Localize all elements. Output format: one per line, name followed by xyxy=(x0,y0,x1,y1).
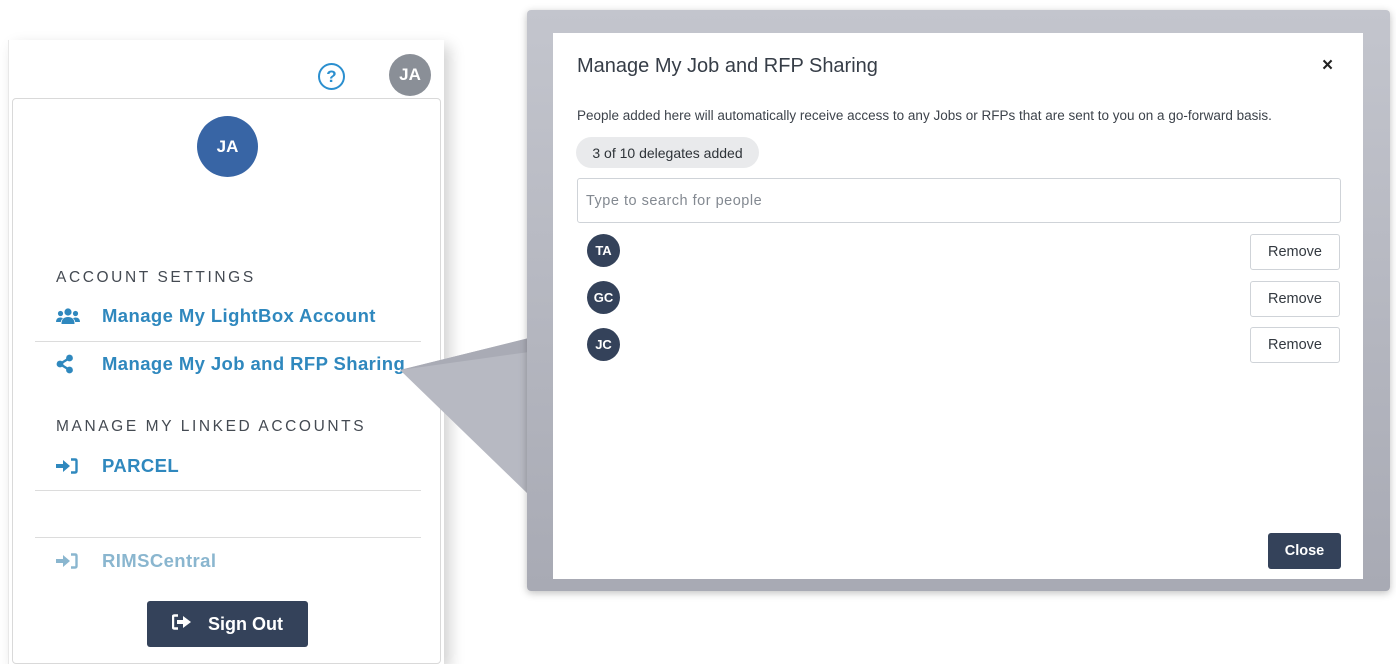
close-icon[interactable]: × xyxy=(1322,55,1333,77)
screenshot-stage: ? JA JA ACCOUNT SETTINGS Manage My Light… xyxy=(0,0,1396,664)
delegate-avatar: TA xyxy=(587,234,620,267)
delegate-avatar: GC xyxy=(587,281,620,314)
delegate-initials: TA xyxy=(595,243,612,258)
close-label: Close xyxy=(1284,543,1325,559)
remove-label: Remove xyxy=(1268,291,1322,307)
remove-delegate-button[interactable]: Remove xyxy=(1250,327,1340,363)
delegate-count-badge: 3 of 10 delegates added xyxy=(576,137,759,168)
people-search-input[interactable] xyxy=(577,178,1341,223)
remove-label: Remove xyxy=(1268,244,1322,260)
delegate-initials: GC xyxy=(593,290,614,305)
modal-title: Manage My Job and RFP Sharing xyxy=(577,55,878,77)
sharing-modal: Manage My Job and RFP Sharing × People a… xyxy=(553,33,1363,579)
remove-delegate-button[interactable]: Remove xyxy=(1250,281,1340,317)
remove-delegate-button[interactable]: Remove xyxy=(1250,234,1340,270)
delegate-initials: JC xyxy=(595,337,612,352)
modal-description: People added here will automatically rec… xyxy=(577,108,1272,123)
delegate-avatar: JC xyxy=(587,328,620,361)
close-button[interactable]: Close xyxy=(1268,533,1341,569)
remove-label: Remove xyxy=(1268,337,1322,353)
